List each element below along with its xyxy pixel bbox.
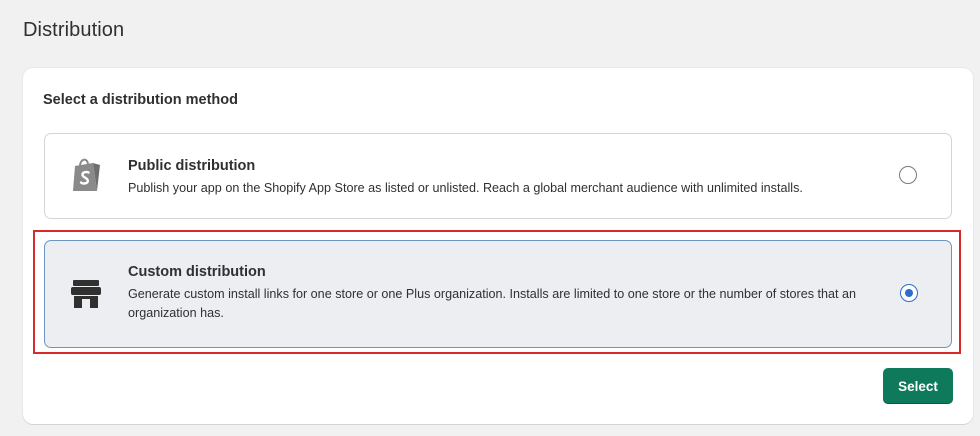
distribution-card: Select a distribution method Public dist… [23, 68, 973, 424]
option-description: Publish your app on the Shopify App Stor… [128, 181, 803, 195]
radio-public-distribution[interactable] [899, 166, 917, 184]
select-button[interactable]: Select [883, 368, 953, 404]
option-public-distribution[interactable]: Public distribution Publish your app on … [44, 133, 952, 219]
option-title: Custom distribution [128, 264, 266, 280]
option-custom-distribution[interactable]: Custom distribution Generate custom inst… [44, 240, 952, 348]
shopify-bag-icon [69, 156, 103, 194]
page-title: Distribution [23, 19, 125, 41]
radio-custom-distribution[interactable] [900, 284, 918, 302]
option-title: Public distribution [128, 158, 256, 174]
option-description: Generate custom install links for one st… [128, 287, 857, 320]
section-label: Select a distribution method [43, 92, 238, 108]
store-icon [67, 275, 105, 313]
